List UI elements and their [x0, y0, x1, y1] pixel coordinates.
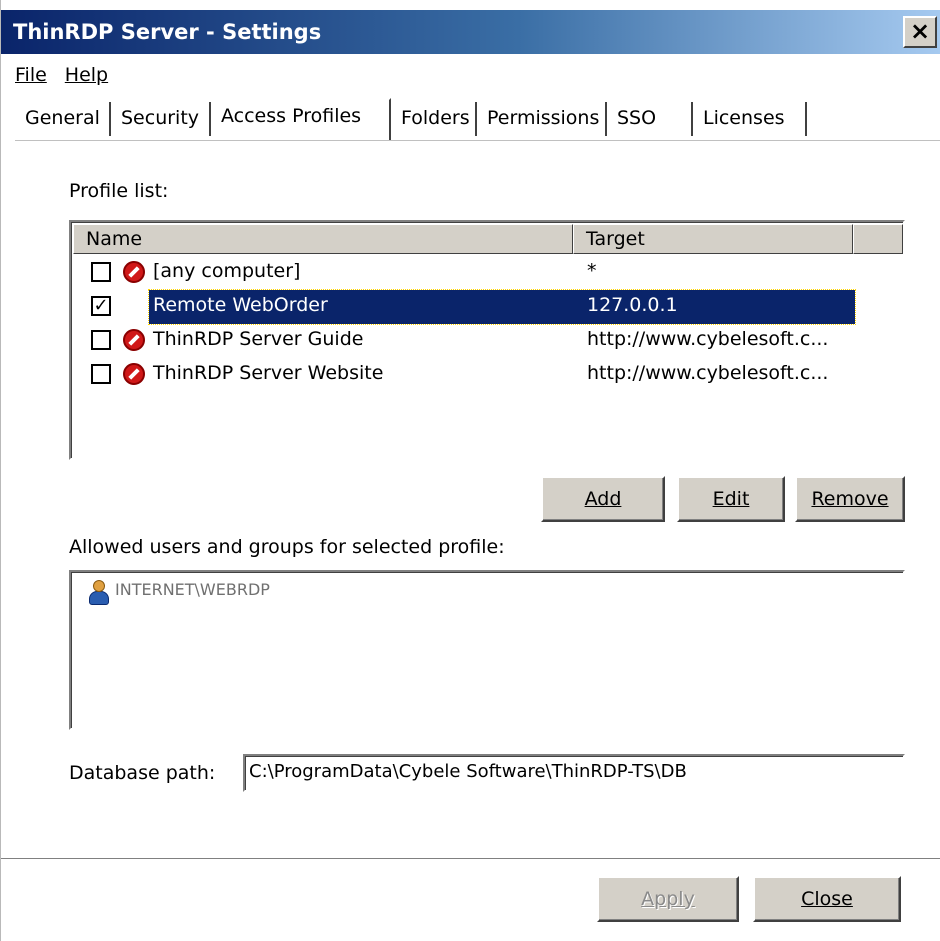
deny-icon — [123, 329, 145, 351]
deny-icon — [123, 363, 145, 385]
database-path-label: Database path: — [69, 762, 216, 784]
row-target: * — [587, 260, 597, 282]
table-row[interactable]: ThinRDP Server Guide http://www.cybeleso… — [73, 324, 903, 358]
row-name: ThinRDP Server Website — [153, 362, 384, 384]
column-target[interactable]: Target — [573, 224, 853, 254]
table-row[interactable]: [any computer] * — [73, 256, 903, 290]
user-entry[interactable]: INTERNET\WEBRDP — [115, 580, 270, 599]
title-bar[interactable]: ThinRDP Server - Settings × — [1, 10, 940, 54]
tab-sso[interactable]: SSO — [607, 102, 693, 136]
tab-general[interactable]: General — [15, 102, 111, 136]
tab-licenses[interactable]: Licenses — [693, 102, 807, 136]
row-name: Remote WebOrder — [153, 294, 328, 316]
allowed-users-label: Allowed users and groups for selected pr… — [69, 536, 505, 558]
database-path-field[interactable]: C:\ProgramData\Cybele Software\ThinRDP-T… — [243, 754, 905, 792]
add-button[interactable]: Add — [541, 476, 665, 522]
deny-icon — [123, 261, 145, 283]
user-icon — [87, 580, 109, 606]
row-target: 127.0.0.1 — [587, 294, 678, 316]
table-row[interactable]: ThinRDP Server Website http://www.cybele… — [73, 358, 903, 392]
row-name: [any computer] — [153, 260, 301, 282]
table-row-selected[interactable]: ✓ Remote WebOrder 127.0.0.1 — [73, 289, 903, 325]
profile-list-label: Profile list: — [69, 180, 169, 202]
close-icon[interactable]: × — [903, 16, 937, 48]
list-header: Name Target — [73, 224, 903, 254]
column-extra[interactable] — [853, 224, 903, 254]
row-name: ThinRDP Server Guide — [153, 328, 364, 350]
row-checkbox[interactable]: ✓ — [91, 296, 111, 316]
column-name[interactable]: Name — [73, 224, 573, 254]
apply-button[interactable]: Apply — [597, 876, 739, 922]
profile-list[interactable]: Name Target [any computer] * ✓ Remote We… — [69, 220, 905, 460]
row-checkbox[interactable] — [91, 330, 111, 350]
tab-permissions[interactable]: Permissions — [477, 102, 607, 136]
row-checkbox[interactable] — [91, 364, 111, 384]
menu-help[interactable]: Help — [63, 64, 110, 94]
row-target: http://www.cybelesoft.c... — [587, 328, 829, 350]
remove-button[interactable]: Remove — [795, 476, 905, 522]
allowed-users-list[interactable]: INTERNET\WEBRDP — [69, 570, 905, 730]
row-checkbox[interactable] — [91, 262, 111, 282]
tab-security[interactable]: Security — [111, 102, 211, 136]
close-button[interactable]: Close — [753, 876, 901, 922]
tab-access-profiles[interactable]: Access Profiles — [211, 98, 391, 140]
edit-button[interactable]: Edit — [677, 476, 785, 522]
tab-strip-line — [15, 140, 940, 142]
menu-bar: File Help — [13, 64, 110, 94]
footer-separator — [1, 858, 940, 860]
window-title: ThinRDP Server - Settings — [13, 20, 322, 44]
row-target: http://www.cybelesoft.c... — [587, 362, 829, 384]
settings-window: ThinRDP Server - Settings × File Help Ge… — [0, 0, 940, 941]
menu-file[interactable]: File — [13, 64, 49, 94]
tab-folders[interactable]: Folders — [391, 102, 477, 136]
